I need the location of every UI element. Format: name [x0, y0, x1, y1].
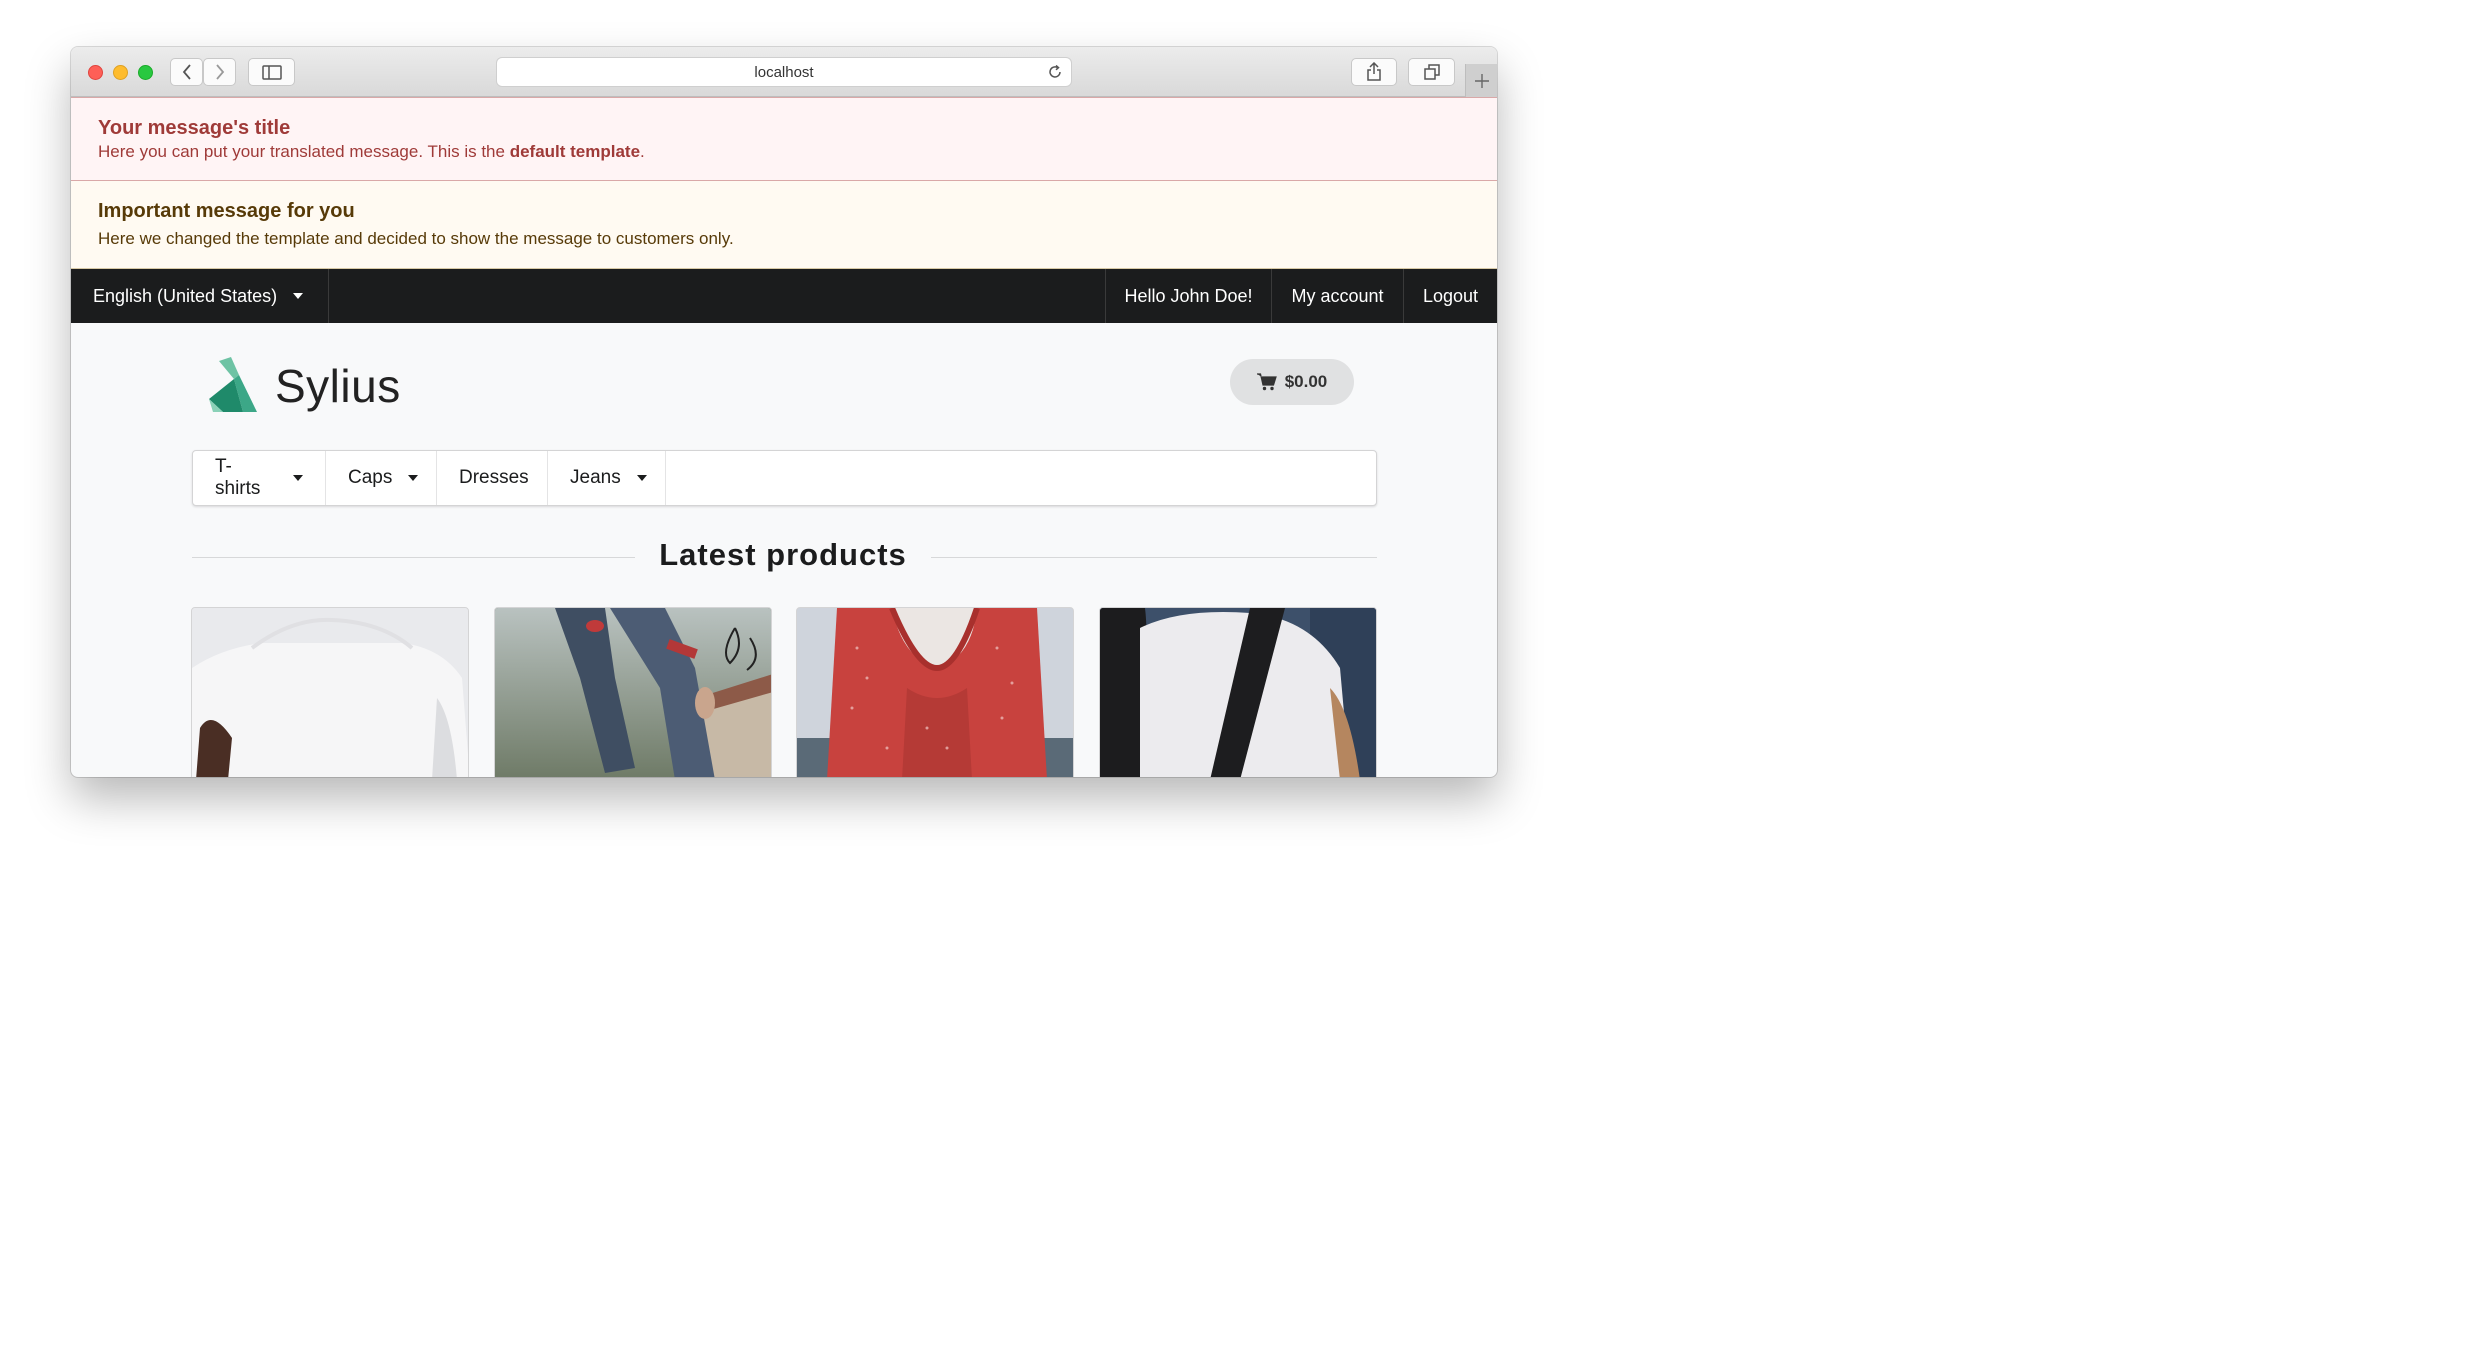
- chevron-right-icon: [215, 64, 224, 80]
- language-label: English (United States): [93, 285, 278, 306]
- error-message-title: Your message's title: [98, 117, 291, 139]
- browser-toolbar: localhost: [71, 47, 1497, 97]
- product-card[interactable]: [1099, 607, 1377, 777]
- tabs-overview-button[interactable]: [1408, 58, 1455, 86]
- menu-item-label: Caps: [348, 467, 393, 488]
- menu-item-jeans[interactable]: Jeans: [548, 451, 666, 505]
- menu-item-label: Jeans: [570, 467, 621, 488]
- product-card[interactable]: [796, 607, 1074, 777]
- cart-total: $0.00: [1284, 372, 1328, 391]
- browser-window: localhost Your message's title Here you …: [71, 47, 1497, 777]
- minimize-window-button[interactable]: [113, 65, 128, 80]
- error-message-body: Here you can put your translated message…: [98, 142, 645, 161]
- logo-text[interactable]: Sylius: [275, 359, 401, 413]
- divider: [192, 557, 635, 558]
- error-message: Your message's title Here you can put yo…: [71, 97, 1497, 181]
- chevron-left-icon: [182, 64, 191, 80]
- warning-message-body: Here we changed the template and decided…: [98, 229, 734, 248]
- back-button[interactable]: [170, 58, 203, 86]
- close-window-button[interactable]: [88, 65, 103, 80]
- product-image-red-dress: [797, 608, 1073, 777]
- share-icon: [1367, 62, 1381, 81]
- caret-down-icon: [408, 475, 419, 481]
- greeting: Hello John Doe!: [1105, 269, 1271, 323]
- cart-icon: [1256, 373, 1277, 391]
- my-account-link[interactable]: My account: [1271, 269, 1403, 323]
- cart-button[interactable]: $0.00: [1230, 359, 1354, 405]
- forward-button[interactable]: [203, 58, 236, 86]
- menu-item-caps[interactable]: Caps: [326, 451, 437, 505]
- sidebar-toggle-button[interactable]: [248, 58, 295, 86]
- language-dropdown[interactable]: English (United States): [71, 269, 329, 323]
- product-image-white-tshirt: [192, 608, 468, 777]
- product-card[interactable]: [191, 607, 469, 777]
- menu-item-dresses[interactable]: Dresses: [437, 451, 548, 505]
- menu-item-tshirts[interactable]: T-shirts: [193, 451, 326, 505]
- share-button[interactable]: [1351, 58, 1397, 86]
- new-tab-button[interactable]: [1465, 64, 1497, 97]
- latest-products-heading: Latest products: [659, 537, 907, 572]
- menu-item-label: T-shirts: [215, 456, 261, 499]
- caret-down-icon: [293, 475, 303, 481]
- warning-message-title: Important message for you: [98, 200, 355, 222]
- product-card[interactable]: [494, 607, 772, 777]
- caret-down-icon: [636, 475, 647, 481]
- menu-item-label: Dresses: [459, 467, 529, 488]
- product-image-woman-tshirt: [1100, 608, 1376, 777]
- product-image-jeans: [495, 608, 771, 777]
- tabs-icon: [1423, 64, 1440, 80]
- divider: [931, 557, 1377, 558]
- logout-link[interactable]: Logout: [1403, 269, 1497, 323]
- reload-icon[interactable]: [1047, 64, 1063, 80]
- sylius-logo-icon[interactable]: [209, 357, 259, 415]
- sidebar-icon: [261, 64, 282, 80]
- url-text: localhost: [754, 63, 814, 81]
- category-menu: T-shirts Caps Dresses Jeans: [192, 450, 1377, 506]
- zoom-window-button[interactable]: [138, 65, 153, 80]
- top-bar: English (United States) Hello John Doe! …: [71, 269, 1497, 323]
- plus-icon: [1474, 73, 1489, 88]
- warning-message: Important message for you Here we change…: [71, 181, 1497, 269]
- caret-down-icon: [293, 293, 304, 299]
- address-bar[interactable]: localhost: [496, 57, 1072, 87]
